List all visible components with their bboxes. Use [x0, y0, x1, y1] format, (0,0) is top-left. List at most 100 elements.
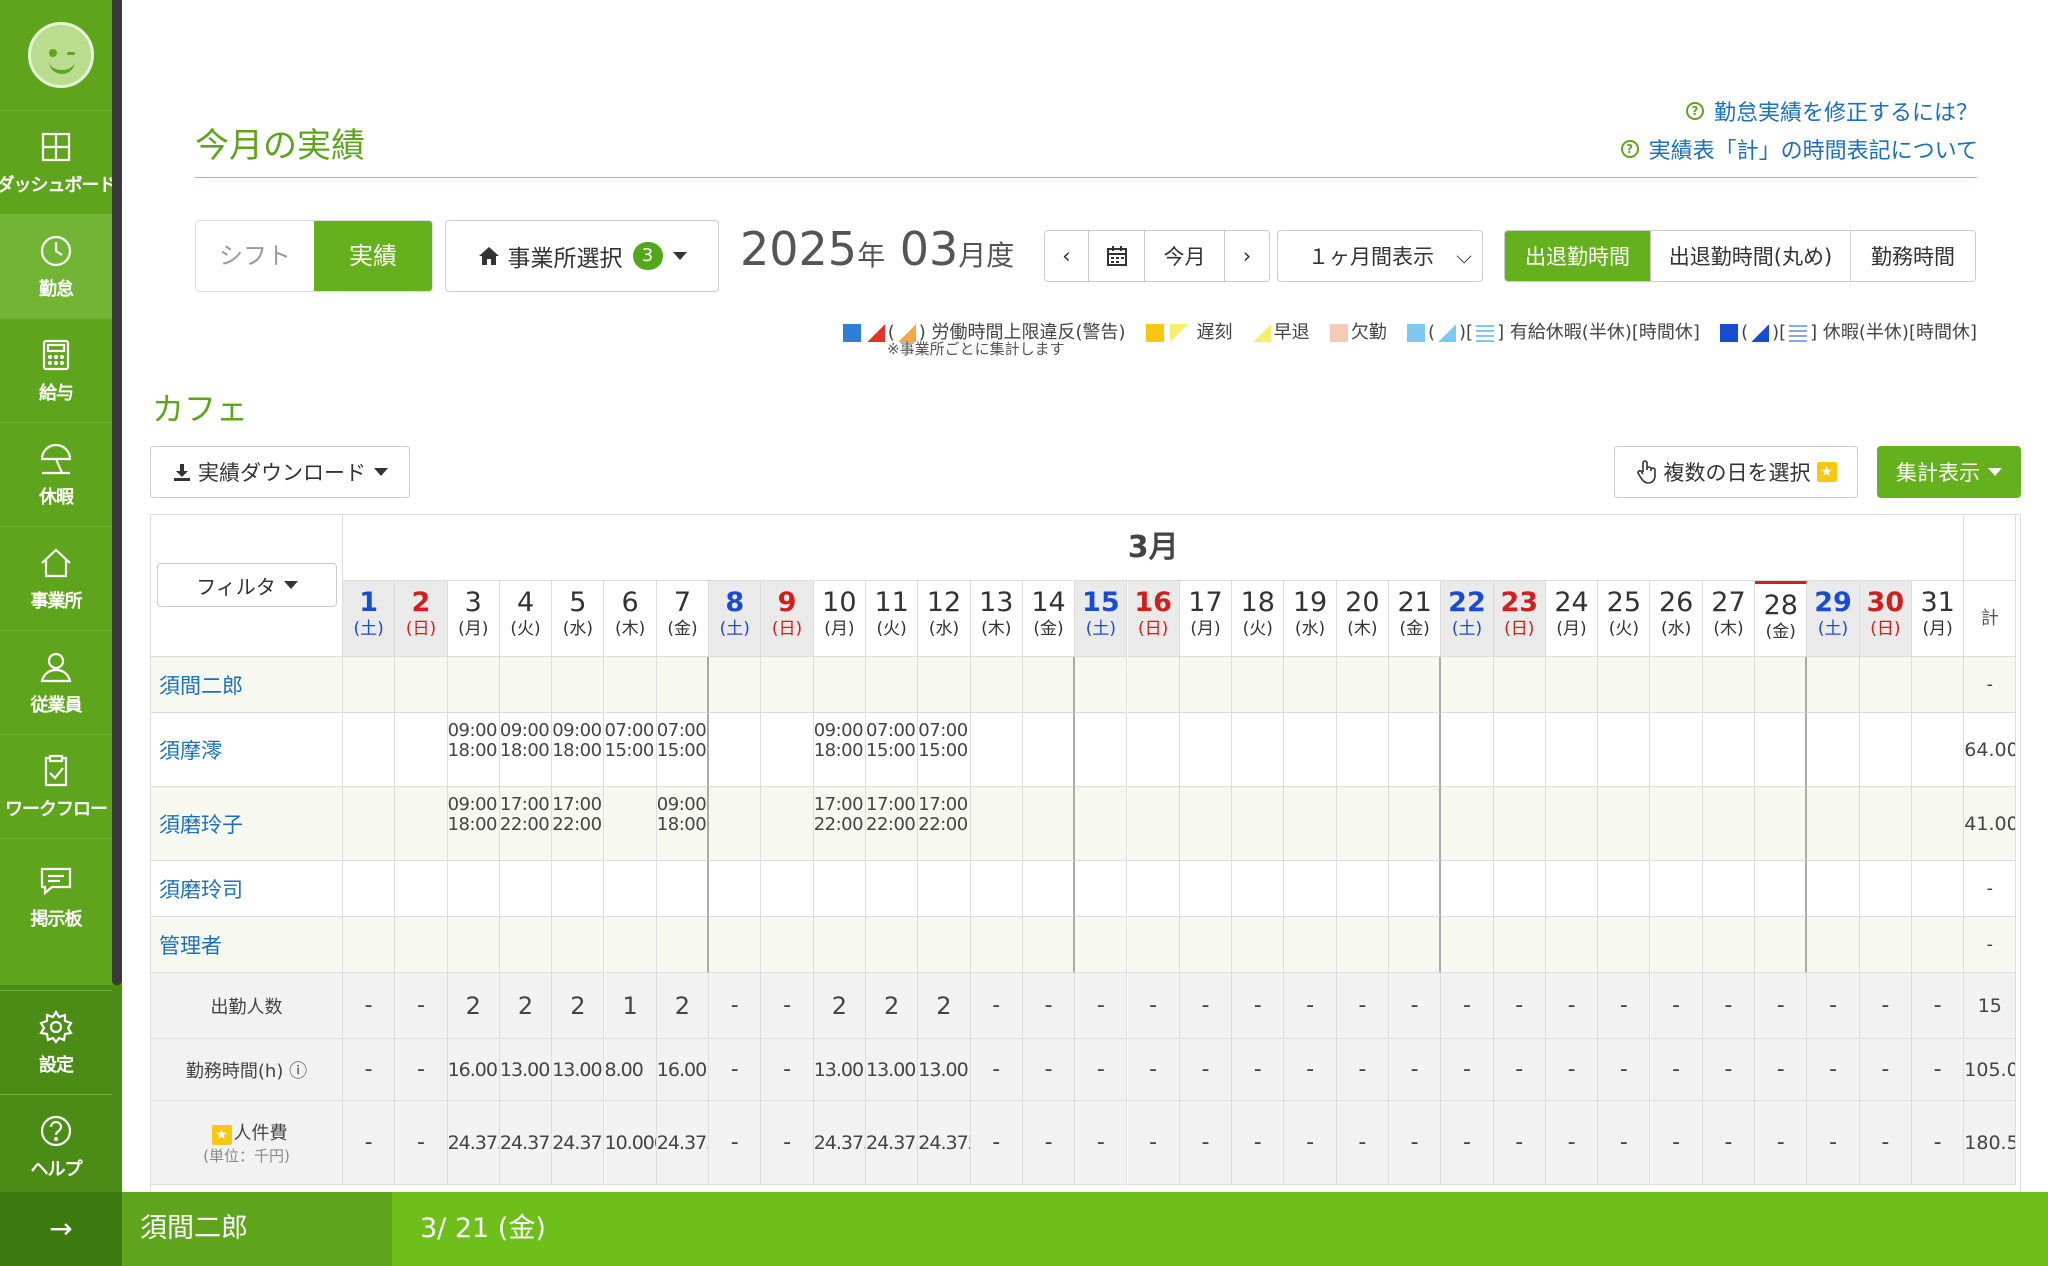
day-header[interactable]: 24 (月): [1545, 581, 1599, 657]
summary-view-button[interactable]: 集計表示: [1877, 446, 2021, 498]
day-header[interactable]: 25 (火): [1598, 581, 1651, 657]
day-header[interactable]: 12 (水): [918, 581, 971, 657]
shift-cell[interactable]: [1127, 713, 1180, 787]
shift-cell[interactable]: [866, 657, 919, 713]
sidebar-item-clipboard-check[interactable]: ワークフロー: [0, 734, 112, 838]
shift-cell[interactable]: [1441, 657, 1494, 713]
day-header[interactable]: 27 (木): [1702, 581, 1756, 657]
shift-cell[interactable]: [1493, 787, 1546, 861]
logo[interactable]: [28, 22, 94, 88]
shift-cell[interactable]: [1232, 657, 1285, 713]
shift-cell[interactable]: 07:00 15:00: [604, 713, 657, 787]
shift-cell[interactable]: 09:00 18:00: [447, 787, 500, 861]
shift-cell[interactable]: [656, 861, 710, 917]
shift-cell[interactable]: [1336, 787, 1389, 861]
day-header[interactable]: 2 (日): [395, 581, 448, 657]
day-header[interactable]: 3 (月): [447, 581, 500, 657]
shift-cell[interactable]: [1807, 787, 1860, 861]
help-link-fix-text[interactable]: 勤怠実績を修正するには？: [1714, 95, 1978, 127]
shift-cell[interactable]: [1389, 861, 1442, 917]
employee-name[interactable]: 管理者: [151, 917, 343, 973]
day-header[interactable]: 23 (日): [1493, 581, 1546, 657]
shift-cell[interactable]: [1075, 713, 1128, 787]
view-rounded-times-button[interactable]: 出退勤時間(丸め): [1651, 231, 1851, 281]
day-header[interactable]: 28 (金): [1755, 581, 1808, 657]
shift-cell[interactable]: 17:00 22:00: [552, 787, 605, 861]
shift-cell[interactable]: 17:00 22:00: [499, 787, 553, 861]
shift-cell[interactable]: [709, 861, 762, 917]
shift-cell[interactable]: [1284, 713, 1337, 787]
shift-cell[interactable]: [395, 787, 448, 861]
shift-cell[interactable]: [1022, 657, 1076, 713]
shift-cell[interactable]: 17:00 22:00: [918, 787, 971, 861]
shift-cell[interactable]: [1127, 861, 1180, 917]
info-icon[interactable]: ⓘ: [283, 1061, 307, 1082]
shift-cell[interactable]: [447, 657, 500, 713]
shift-cell[interactable]: [1650, 657, 1703, 713]
shift-cell[interactable]: [1075, 917, 1128, 973]
shift-cell[interactable]: [1859, 917, 1912, 973]
shift-cell[interactable]: [1545, 861, 1599, 917]
shift-cell[interactable]: [1336, 713, 1389, 787]
shift-cell[interactable]: [1284, 917, 1337, 973]
shift-cell[interactable]: [1912, 861, 1965, 917]
shift-cell[interactable]: [447, 917, 500, 973]
toggle-shift[interactable]: シフト: [196, 221, 314, 291]
shift-cell[interactable]: [1284, 787, 1337, 861]
shift-cell[interactable]: 07:00 15:00: [656, 713, 710, 787]
shift-cell[interactable]: [970, 917, 1023, 973]
shift-cell[interactable]: [1755, 787, 1808, 861]
this-month-button[interactable]: 今月: [1145, 231, 1225, 281]
shift-cell[interactable]: [343, 713, 396, 787]
shift-cell[interactable]: 09:00 18:00: [499, 713, 553, 787]
shift-cell[interactable]: [1441, 787, 1494, 861]
shift-cell[interactable]: [395, 657, 448, 713]
employee-name[interactable]: 須摩澪: [151, 713, 343, 787]
help-link-total-text[interactable]: 実績表「計」の時間表記について: [1649, 133, 1978, 165]
shift-cell[interactable]: [970, 861, 1023, 917]
shift-cell[interactable]: [866, 861, 919, 917]
shift-cell[interactable]: 09:00 18:00: [813, 713, 866, 787]
day-header[interactable]: 29 (土): [1807, 581, 1860, 657]
shift-cell[interactable]: [1179, 657, 1233, 713]
shift-cell[interactable]: [918, 657, 971, 713]
shift-cell[interactable]: [1598, 861, 1651, 917]
shift-cell[interactable]: [709, 787, 762, 861]
shift-cell[interactable]: [1859, 861, 1912, 917]
shift-cell[interactable]: [656, 657, 710, 713]
shift-cell[interactable]: [1598, 657, 1651, 713]
sidebar-item-clock[interactable]: 勤怠: [0, 214, 112, 318]
shift-cell[interactable]: [1179, 787, 1233, 861]
day-header[interactable]: 11 (火): [866, 581, 919, 657]
shift-cell[interactable]: [1127, 657, 1180, 713]
shift-cell[interactable]: [1441, 861, 1494, 917]
prev-month-button[interactable]: ‹: [1045, 231, 1089, 281]
sidebar-item-chat[interactable]: 掲示板: [0, 838, 112, 974]
shift-cell[interactable]: [604, 787, 657, 861]
shift-cell[interactable]: [552, 657, 605, 713]
shift-cell[interactable]: [1075, 657, 1128, 713]
shift-cell[interactable]: [552, 861, 605, 917]
sidebar-item-beach-umbrella[interactable]: 休暇: [0, 422, 112, 526]
day-header[interactable]: 19 (水): [1284, 581, 1337, 657]
shift-cell[interactable]: [1912, 787, 1965, 861]
shift-cell[interactable]: [604, 917, 657, 973]
shift-cell[interactable]: [1912, 917, 1965, 973]
shift-cell[interactable]: [1493, 713, 1546, 787]
shift-cell[interactable]: [1912, 657, 1965, 713]
help-link-fix[interactable]: ? 勤怠実績を修正するには？: [1685, 95, 1978, 127]
shift-cell[interactable]: [656, 917, 710, 973]
shift-cell[interactable]: [1755, 657, 1808, 713]
shift-cell[interactable]: [1336, 657, 1389, 713]
day-header[interactable]: 31 (月): [1912, 581, 1965, 657]
download-actuals-button[interactable]: 実績ダウンロード: [150, 446, 410, 498]
shift-cell[interactable]: [604, 861, 657, 917]
view-clock-times-button[interactable]: 出退勤時間: [1505, 231, 1651, 281]
shift-cell[interactable]: [918, 917, 971, 973]
day-header[interactable]: 17 (月): [1179, 581, 1233, 657]
shift-cell[interactable]: [1807, 917, 1860, 973]
shift-cell[interactable]: 09:00 18:00: [656, 787, 710, 861]
shift-cell[interactable]: [1545, 657, 1599, 713]
day-header[interactable]: 26 (水): [1650, 581, 1703, 657]
shift-cell[interactable]: [1755, 917, 1808, 973]
